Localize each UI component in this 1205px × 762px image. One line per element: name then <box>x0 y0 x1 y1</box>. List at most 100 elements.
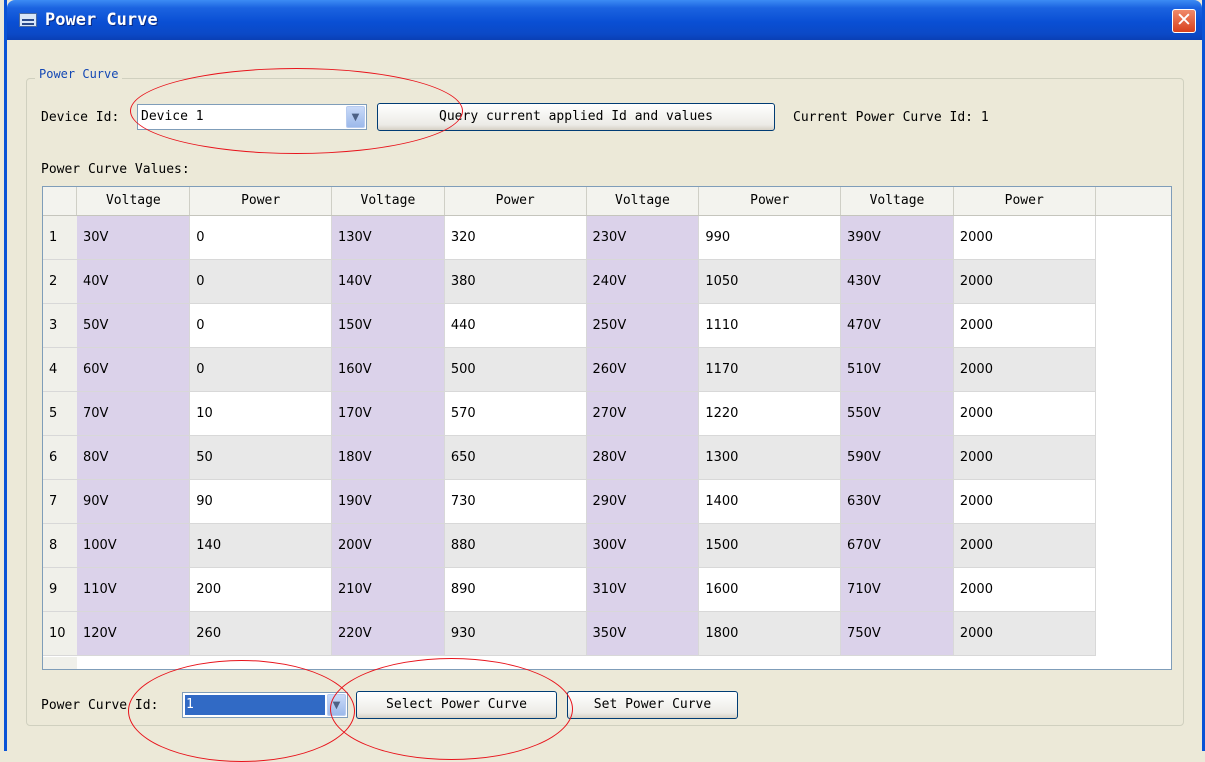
table-row[interactable]: 2 40V 0 140V 380 240V 1050 430V 2000 <box>43 259 1171 304</box>
row-number[interactable]: 4 <box>43 347 77 392</box>
row-number[interactable]: 5 <box>43 391 77 436</box>
voltage-cell[interactable]: 510V <box>840 347 954 392</box>
voltage-cell[interactable]: 260V <box>586 347 700 392</box>
power-cell[interactable]: 1800 <box>698 611 842 656</box>
voltage-cell[interactable]: 160V <box>331 347 445 392</box>
power-cell[interactable]: 50 <box>189 435 332 480</box>
voltage-cell[interactable]: 70V <box>76 391 191 436</box>
power-cell[interactable]: 0 <box>189 303 332 348</box>
voltage-cell[interactable]: 310V <box>586 567 700 612</box>
voltage-cell[interactable]: 300V <box>586 523 700 568</box>
voltage-cell[interactable]: 60V <box>76 347 191 392</box>
corner-cell[interactable] <box>43 187 78 216</box>
column-header[interactable]: Power <box>444 187 587 216</box>
voltage-cell[interactable]: 250V <box>586 303 700 348</box>
row-number[interactable]: 3 <box>43 303 77 348</box>
voltage-cell[interactable]: 280V <box>586 435 700 480</box>
row-number[interactable]: 7 <box>43 479 77 524</box>
table-row[interactable]: 10 120V 260 220V 930 350V 1800 750V 2000 <box>43 611 1171 656</box>
row-number[interactable]: 6 <box>43 435 77 480</box>
table-row[interactable]: 3 50V 0 150V 440 250V 1110 470V 2000 <box>43 303 1171 348</box>
voltage-cell[interactable]: 190V <box>331 479 445 524</box>
power-cell[interactable]: 2000 <box>953 391 1096 436</box>
table-row[interactable]: 9 110V 200 210V 890 310V 1600 710V 2000 <box>43 567 1171 612</box>
power-cell[interactable]: 2000 <box>953 259 1096 304</box>
power-cell[interactable]: 2000 <box>953 479 1096 524</box>
power-cell[interactable]: 10 <box>189 391 332 436</box>
power-cell[interactable]: 2000 <box>953 215 1096 260</box>
voltage-cell[interactable]: 30V <box>76 215 191 260</box>
voltage-cell[interactable]: 170V <box>331 391 445 436</box>
column-header[interactable]: Voltage <box>840 187 954 216</box>
table-row[interactable]: 7 90V 90 190V 730 290V 1400 630V 2000 <box>43 479 1171 524</box>
power-cell[interactable]: 880 <box>444 523 587 568</box>
voltage-cell[interactable]: 120V <box>76 611 191 656</box>
column-header[interactable]: Voltage <box>331 187 445 216</box>
voltage-cell[interactable]: 590V <box>840 435 954 480</box>
power-cell[interactable]: 2000 <box>953 347 1096 392</box>
set-power-curve-button[interactable]: Set Power Curve <box>567 691 738 719</box>
power-cell[interactable]: 2000 <box>953 611 1096 656</box>
voltage-cell[interactable]: 200V <box>331 523 445 568</box>
title-bar[interactable]: Power Curve ✕ <box>7 0 1202 40</box>
voltage-cell[interactable]: 470V <box>840 303 954 348</box>
row-number[interactable]: 8 <box>43 523 77 568</box>
table-row[interactable]: 8 100V 140 200V 880 300V 1500 670V 2000 <box>43 523 1171 568</box>
power-cell[interactable]: 320 <box>444 215 587 260</box>
select-power-curve-button[interactable]: Select Power Curve <box>356 691 557 719</box>
power-cell[interactable]: 380 <box>444 259 587 304</box>
voltage-cell[interactable]: 240V <box>586 259 700 304</box>
voltage-cell[interactable]: 710V <box>840 567 954 612</box>
voltage-cell[interactable]: 140V <box>331 259 445 304</box>
power-cell[interactable]: 1110 <box>698 303 842 348</box>
power-cell[interactable]: 1300 <box>698 435 842 480</box>
voltage-cell[interactable]: 90V <box>76 479 191 524</box>
power-cell[interactable]: 2000 <box>953 435 1096 480</box>
voltage-cell[interactable]: 100V <box>76 523 191 568</box>
voltage-cell[interactable]: 40V <box>76 259 191 304</box>
power-curve-grid[interactable]: Voltage Power Voltage Power Voltage Powe… <box>42 186 1172 670</box>
voltage-cell[interactable]: 550V <box>840 391 954 436</box>
power-cell[interactable]: 500 <box>444 347 587 392</box>
power-cell[interactable]: 1170 <box>698 347 842 392</box>
column-header[interactable]: Power <box>698 187 842 216</box>
power-cell[interactable]: 0 <box>189 347 332 392</box>
voltage-cell[interactable]: 630V <box>840 479 954 524</box>
chevron-down-icon[interactable]: ▼ <box>346 106 365 128</box>
power-cell[interactable]: 2000 <box>953 567 1096 612</box>
power-cell[interactable]: 2000 <box>953 303 1096 348</box>
column-header[interactable]: Voltage <box>76 187 191 216</box>
power-cell[interactable]: 140 <box>189 523 332 568</box>
close-button[interactable]: ✕ <box>1172 9 1196 33</box>
row-number[interactable]: 2 <box>43 259 77 304</box>
voltage-cell[interactable]: 50V <box>76 303 191 348</box>
power-cell[interactable]: 570 <box>444 391 587 436</box>
power-cell[interactable]: 990 <box>698 215 842 260</box>
table-row[interactable]: 1 30V 0 130V 320 230V 990 390V 2000 <box>43 215 1171 260</box>
row-number[interactable]: 1 <box>43 215 77 260</box>
power-cell[interactable]: 1400 <box>698 479 842 524</box>
power-curve-id-select[interactable]: 1 ▼ <box>182 692 348 718</box>
power-cell[interactable]: 730 <box>444 479 587 524</box>
power-cell[interactable]: 200 <box>189 567 332 612</box>
power-cell[interactable]: 440 <box>444 303 587 348</box>
table-row[interactable]: 6 80V 50 180V 650 280V 1300 590V 2000 <box>43 435 1171 480</box>
voltage-cell[interactable]: 430V <box>840 259 954 304</box>
voltage-cell[interactable]: 750V <box>840 611 954 656</box>
power-cell[interactable]: 90 <box>189 479 332 524</box>
voltage-cell[interactable]: 290V <box>586 479 700 524</box>
power-cell[interactable]: 260 <box>189 611 332 656</box>
voltage-cell[interactable]: 80V <box>76 435 191 480</box>
table-row[interactable]: 4 60V 0 160V 500 260V 1170 510V 2000 <box>43 347 1171 392</box>
table-row[interactable]: 5 70V 10 170V 570 270V 1220 550V 2000 <box>43 391 1171 436</box>
voltage-cell[interactable]: 180V <box>331 435 445 480</box>
voltage-cell[interactable]: 670V <box>840 523 954 568</box>
voltage-cell[interactable]: 210V <box>331 567 445 612</box>
column-header[interactable]: Voltage <box>586 187 700 216</box>
column-header[interactable]: Power <box>189 187 332 216</box>
column-header[interactable]: Power <box>953 187 1096 216</box>
voltage-cell[interactable]: 390V <box>840 215 954 260</box>
query-current-button[interactable]: Query current applied Id and values <box>377 103 775 131</box>
power-cell[interactable]: 930 <box>444 611 587 656</box>
voltage-cell[interactable]: 130V <box>331 215 445 260</box>
